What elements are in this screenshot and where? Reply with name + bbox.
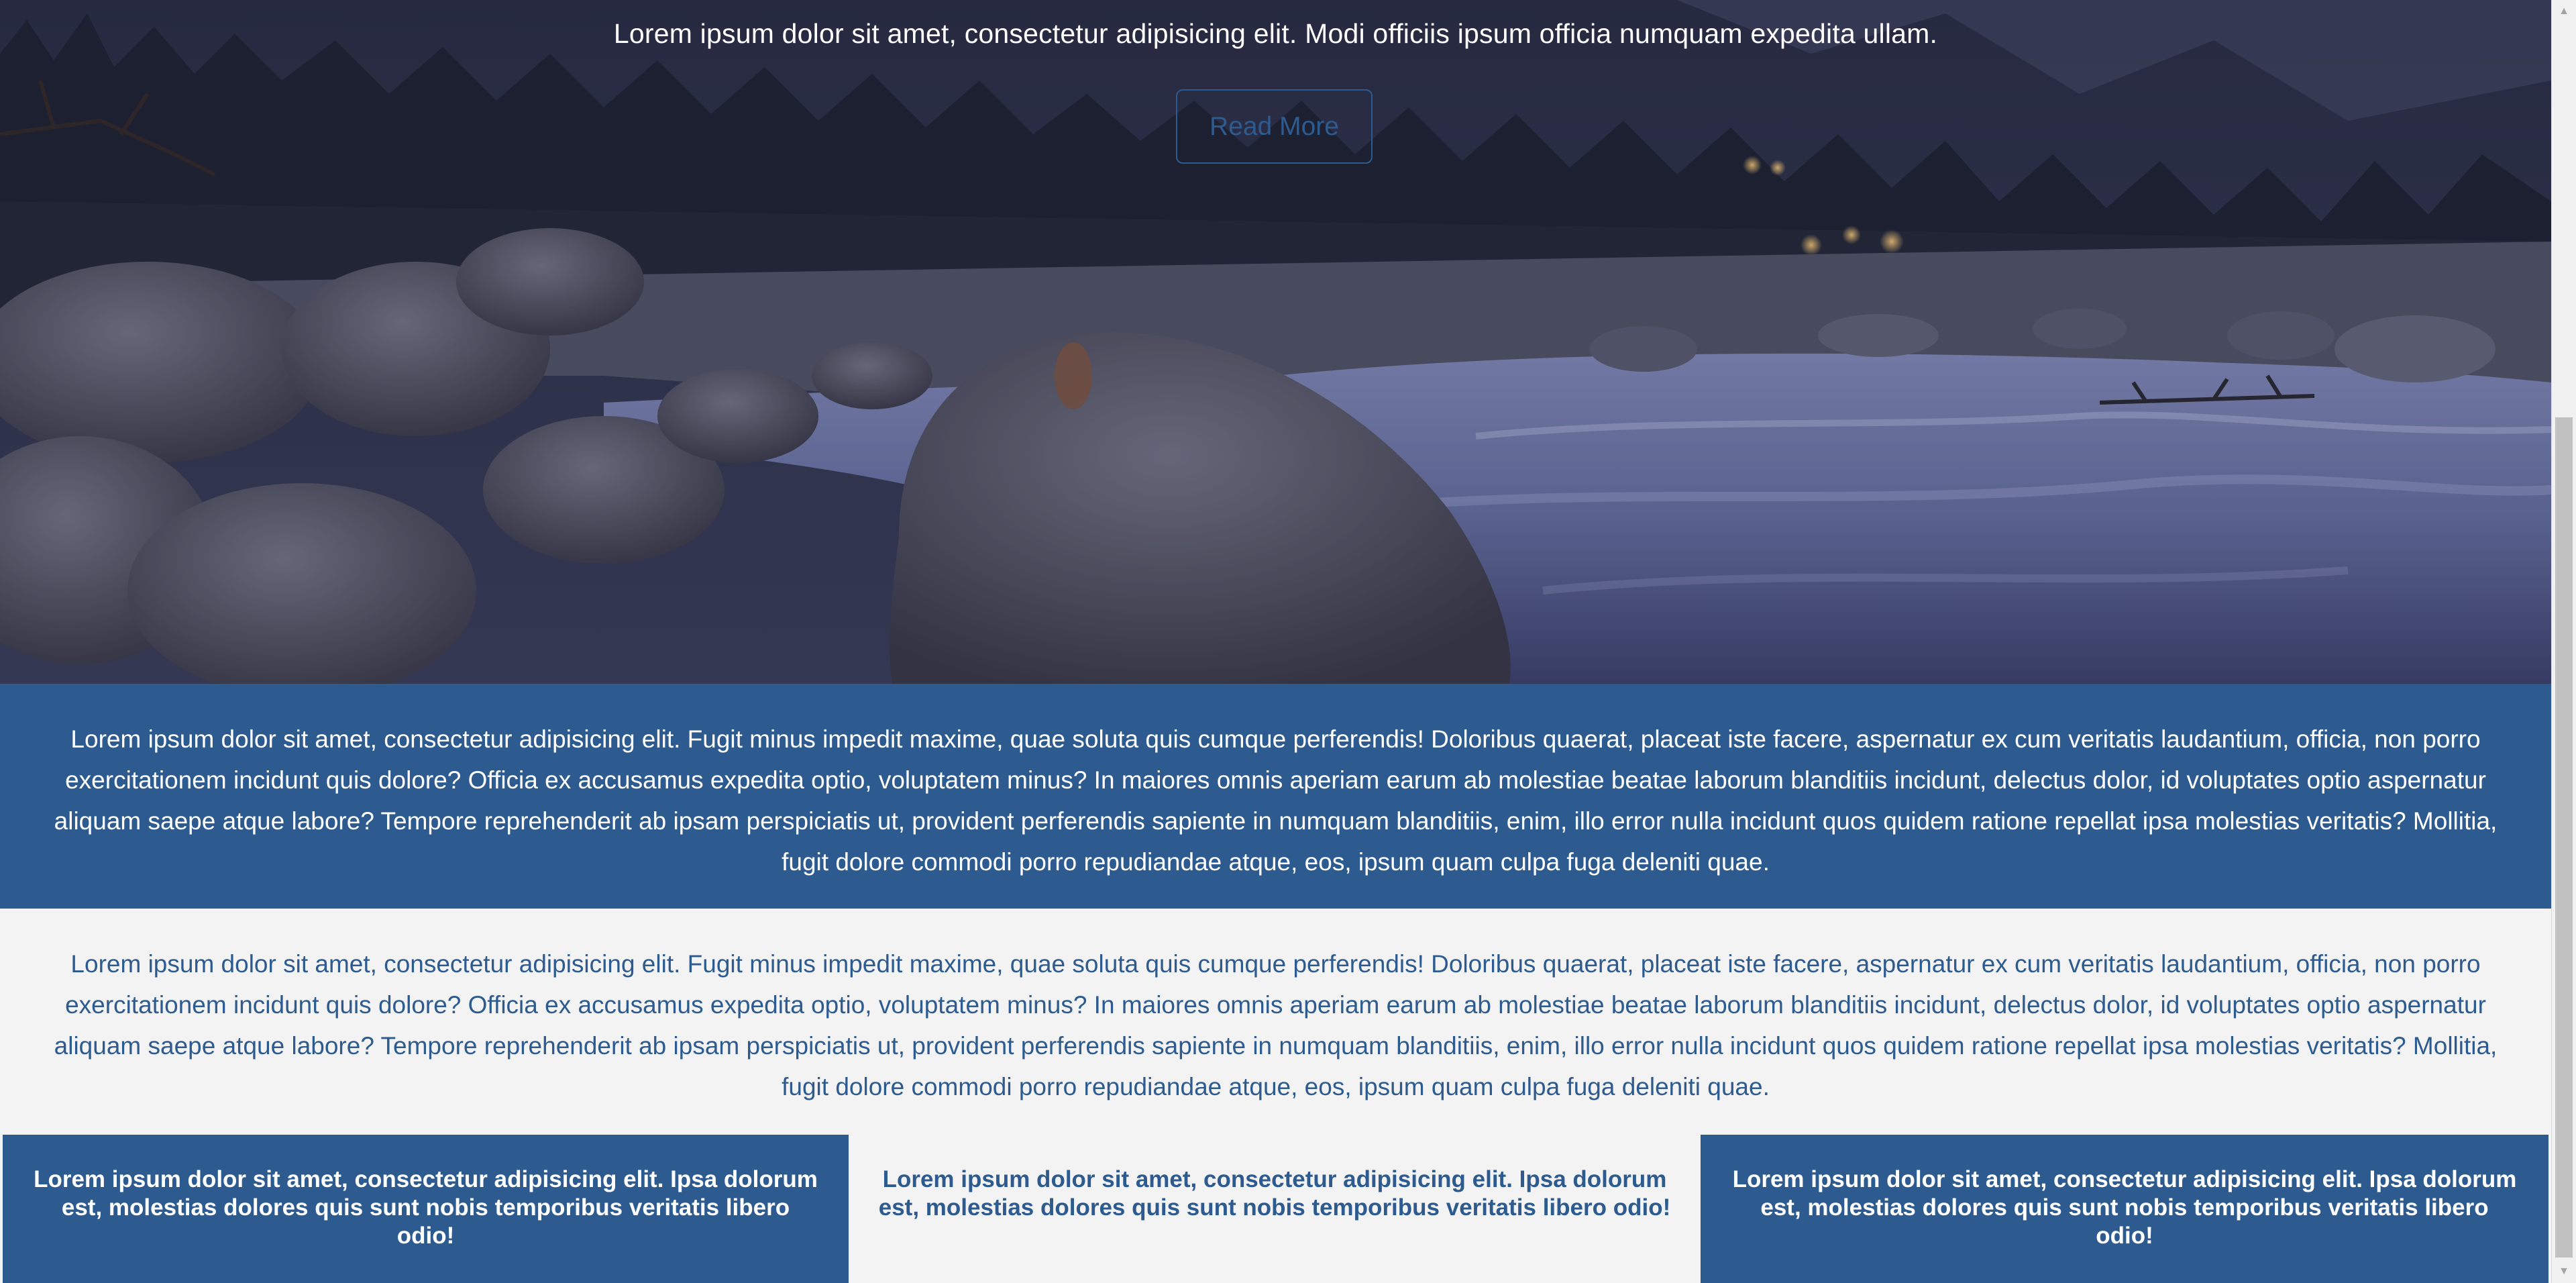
feature-card-1: Lorem ipsum dolor sit amet, consectetur … [3,1135,849,1283]
intro-paragraph: Lorem ipsum dolor sit amet, consectetur … [54,725,2498,876]
scroll-up-arrow-icon[interactable]: ▲ [2552,0,2576,23]
scroll-down-arrow-icon[interactable]: ▼ [2552,1260,2576,1283]
hero-section: Lorem ipsum dolor sit amet, consectetur … [0,0,2551,684]
feature-card-text: Lorem ipsum dolor sit amet, consectetur … [34,1166,818,1249]
vertical-scrollbar[interactable]: ▲ ▼ [2551,0,2576,1283]
feature-card-text: Lorem ipsum dolor sit amet, consectetur … [878,1166,1671,1221]
secondary-text-band: Lorem ipsum dolor sit amet, consectetur … [0,909,2551,1135]
hero-tagline: Lorem ipsum dolor sit amet, consectetur … [613,18,1938,49]
read-more-button[interactable]: Read More [1176,89,1373,164]
feature-card-2: Lorem ipsum dolor sit amet, consectetur … [849,1135,1701,1283]
intro-text-band: Lorem ipsum dolor sit amet, consectetur … [0,684,2551,909]
page: Lorem ipsum dolor sit amet, consectetur … [0,0,2551,1283]
secondary-paragraph: Lorem ipsum dolor sit amet, consectetur … [54,950,2498,1100]
scrollbar-thumb[interactable] [2555,417,2573,1258]
feature-card-3: Lorem ipsum dolor sit amet, consectetur … [1701,1135,2548,1283]
feature-card-text: Lorem ipsum dolor sit amet, consectetur … [1732,1166,2517,1249]
